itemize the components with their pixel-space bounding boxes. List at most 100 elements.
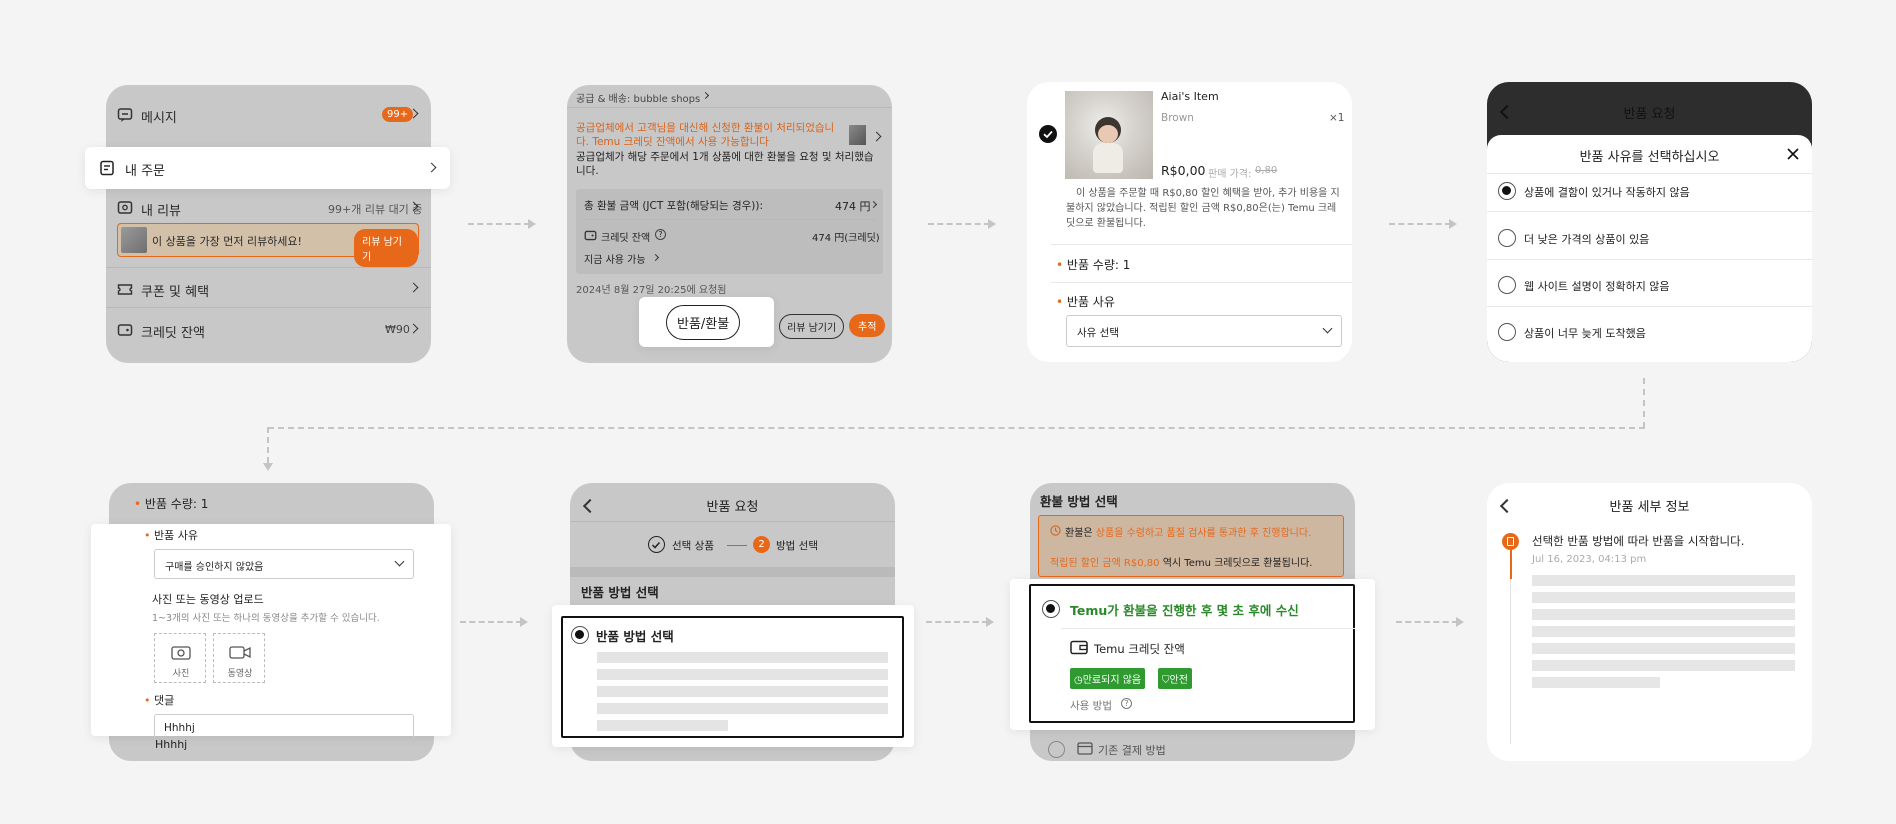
chevron-right-icon — [871, 131, 882, 142]
clock-icon — [1050, 525, 1061, 536]
reason-bottom-sheet: 반품 사유를 선택하십시오 상품에 결함이 있거나 작동하지 않음 더 낮은 가… — [1487, 135, 1812, 362]
reason-option-2[interactable]: 더 낮은 가격의 상품이 있음 — [1524, 231, 1649, 247]
step-2-number: 2 — [753, 536, 770, 553]
leave-review-button[interactable]: 리뷰 남기기 — [779, 314, 845, 339]
chevron-right-icon — [651, 253, 660, 262]
total-refund-label: 총 환불 금액 (JCT 포함(해당되는 경우)): — [584, 200, 764, 212]
wallet-icon — [1070, 640, 1088, 655]
method-option-card[interactable]: 반품 방법 선택 — [561, 616, 904, 738]
chevron-right-icon — [426, 162, 437, 173]
return-reason-label: • 반품 사유 — [144, 529, 198, 542]
credit-value: ₩90 — [385, 323, 410, 336]
flow-arrow — [520, 617, 528, 627]
item-checkbox[interactable] — [1039, 125, 1057, 143]
item-quantity: ×1 — [1329, 112, 1345, 124]
comment-input[interactable]: Hhhhj — [154, 714, 414, 738]
reason-select[interactable]: 사유 선택 — [1066, 315, 1342, 347]
placeholder-line — [597, 669, 888, 680]
original-method-radio[interactable] — [1048, 741, 1065, 758]
chevron-right-icon — [701, 91, 710, 100]
reviews-status: 99+개 리뷰 대기 중 — [328, 203, 423, 216]
placeholder-line — [1532, 660, 1795, 671]
method-radio[interactable] — [571, 626, 589, 644]
chevron-right-icon — [408, 282, 419, 293]
clock-icon: ◷ — [1074, 675, 1083, 686]
return-qty-label: • 반품 수량: 1 — [134, 497, 209, 511]
timeline-line — [1510, 579, 1511, 744]
event-title: 선택한 반품 방법에 따라 반품을 시작합니다. — [1532, 534, 1745, 548]
review-icon — [117, 201, 133, 214]
header-title: 반품 요청 — [706, 500, 759, 515]
return-refund-highlight: 반품/환불 — [639, 297, 774, 347]
step-2-label: 방법 선택 — [776, 540, 818, 552]
my-orders-row[interactable]: 내 주문 — [85, 147, 450, 189]
refund-info-box: 환불은 상품을 수령하고 품질 검사를 통과한 후 진행합니다. 적립된 할인 … — [1038, 515, 1344, 577]
timeline-dot — [1502, 533, 1519, 550]
comment-label: • 댓글 — [144, 694, 175, 707]
flow-connector — [1643, 378, 1645, 428]
discount-note: 이 상품을 주문할 때 R$0,80 할인 혜택을 받아, 추가 비용을 지불하… — [1066, 188, 1340, 229]
step-1-done — [648, 536, 665, 553]
divider — [106, 267, 431, 268]
reason-radio-2[interactable] — [1498, 229, 1516, 247]
reason-option-1[interactable]: 상품에 결함이 있거나 작동하지 않음 — [1524, 184, 1690, 200]
add-video-button[interactable]: 동영상 — [213, 633, 265, 683]
close-icon[interactable] — [1787, 148, 1799, 160]
orders-icon — [100, 160, 114, 176]
message-icon — [117, 108, 133, 122]
review-prompt-text: 이 상품을 가장 먼저 리뷰하세요! — [152, 235, 302, 248]
refund-option-card[interactable]: Temu가 환불을 진행한 후 몇 초 후에 수신 Temu 크레딧 잔액 ◷만… — [1029, 584, 1355, 723]
reason-radio-1[interactable] — [1498, 182, 1516, 200]
coupon-icon — [117, 284, 133, 295]
check-icon — [1043, 130, 1053, 139]
reason-radio-4[interactable] — [1498, 323, 1516, 341]
reason-option-4[interactable]: 상품이 너무 늦게 도착했음 — [1524, 325, 1646, 341]
requested-at: 2024년 8월 27일 20:25에 요청됨 — [576, 285, 727, 296]
method-title: 반품 방법 선택 — [596, 629, 674, 644]
reason-option-3[interactable]: 웹 사이트 설명이 정확하지 않음 — [1524, 278, 1670, 294]
divider — [1487, 306, 1812, 307]
divider — [570, 521, 895, 522]
document-icon — [1507, 537, 1514, 546]
supplier-line[interactable]: 공급 & 배송: bubble shops — [576, 90, 700, 105]
placeholder-line — [597, 652, 888, 663]
flow-arrow — [1449, 219, 1457, 229]
placeholder-line — [1532, 575, 1795, 586]
flow-connector — [460, 621, 522, 623]
original-method-label: 기존 결제 방법 — [1098, 744, 1166, 757]
message-badge: 99+ — [382, 107, 414, 122]
comment-echo: Hhhhj — [155, 738, 188, 751]
leave-review-button[interactable]: 리뷰 남기기 — [354, 229, 418, 267]
chevron-down-icon — [394, 556, 405, 567]
sheet-title: 반품 사유를 선택하십시오 — [1579, 150, 1720, 165]
use-now-link[interactable]: 지금 사용 가능 — [584, 251, 646, 266]
placeholder-line — [597, 703, 888, 714]
flow-arrow — [528, 219, 536, 229]
never-expires-tag: ◷만료되지 않음 — [1070, 668, 1146, 689]
usage-link[interactable]: 사용 방법 — [1070, 698, 1112, 713]
upload-hint: 1~3개의 사진 또는 하나의 동영상을 추가할 수 있습니다. — [152, 613, 380, 624]
wallet-icon — [584, 230, 597, 241]
header-title: 반품 요청 — [1623, 107, 1676, 122]
divider — [1051, 282, 1352, 283]
refund-radio[interactable] — [1042, 600, 1060, 618]
upload-title: 사진 또는 동영상 업로드 — [152, 593, 264, 606]
reason-radio-3[interactable] — [1498, 276, 1516, 294]
placeholder-line — [1532, 643, 1795, 654]
return-refund-button[interactable]: 반품/환불 — [666, 305, 741, 340]
credit-value: 474 円(크레딧) — [812, 233, 880, 244]
flow-connector — [267, 427, 269, 463]
step-connector — [727, 545, 747, 546]
reason-select[interactable]: 구매를 승인하지 않았음 — [154, 549, 414, 579]
refund-notice: 공급업체가 해당 주문에서 1개 상품에 대한 환불을 요청 및 처리했습니다. — [576, 151, 874, 177]
placeholder-line — [1532, 626, 1795, 637]
review-prompt-banner[interactable]: 이 상품을 가장 먼저 리뷰하세요! 리뷰 남기기 — [117, 223, 419, 267]
card-icon — [1077, 742, 1093, 755]
track-button[interactable]: 추적 — [849, 314, 886, 337]
flow-connector — [1396, 621, 1458, 623]
divider — [1051, 244, 1352, 245]
refund-option-highlight: Temu가 환불을 진행한 후 몇 초 후에 수신 Temu 크레딧 잔액 ◷만… — [1010, 579, 1375, 730]
step-1-label: 선택 상품 — [672, 540, 714, 552]
return-qty-label: • 반품 수량: 1 — [1056, 258, 1131, 272]
add-photo-button[interactable]: 사진 — [154, 633, 206, 683]
